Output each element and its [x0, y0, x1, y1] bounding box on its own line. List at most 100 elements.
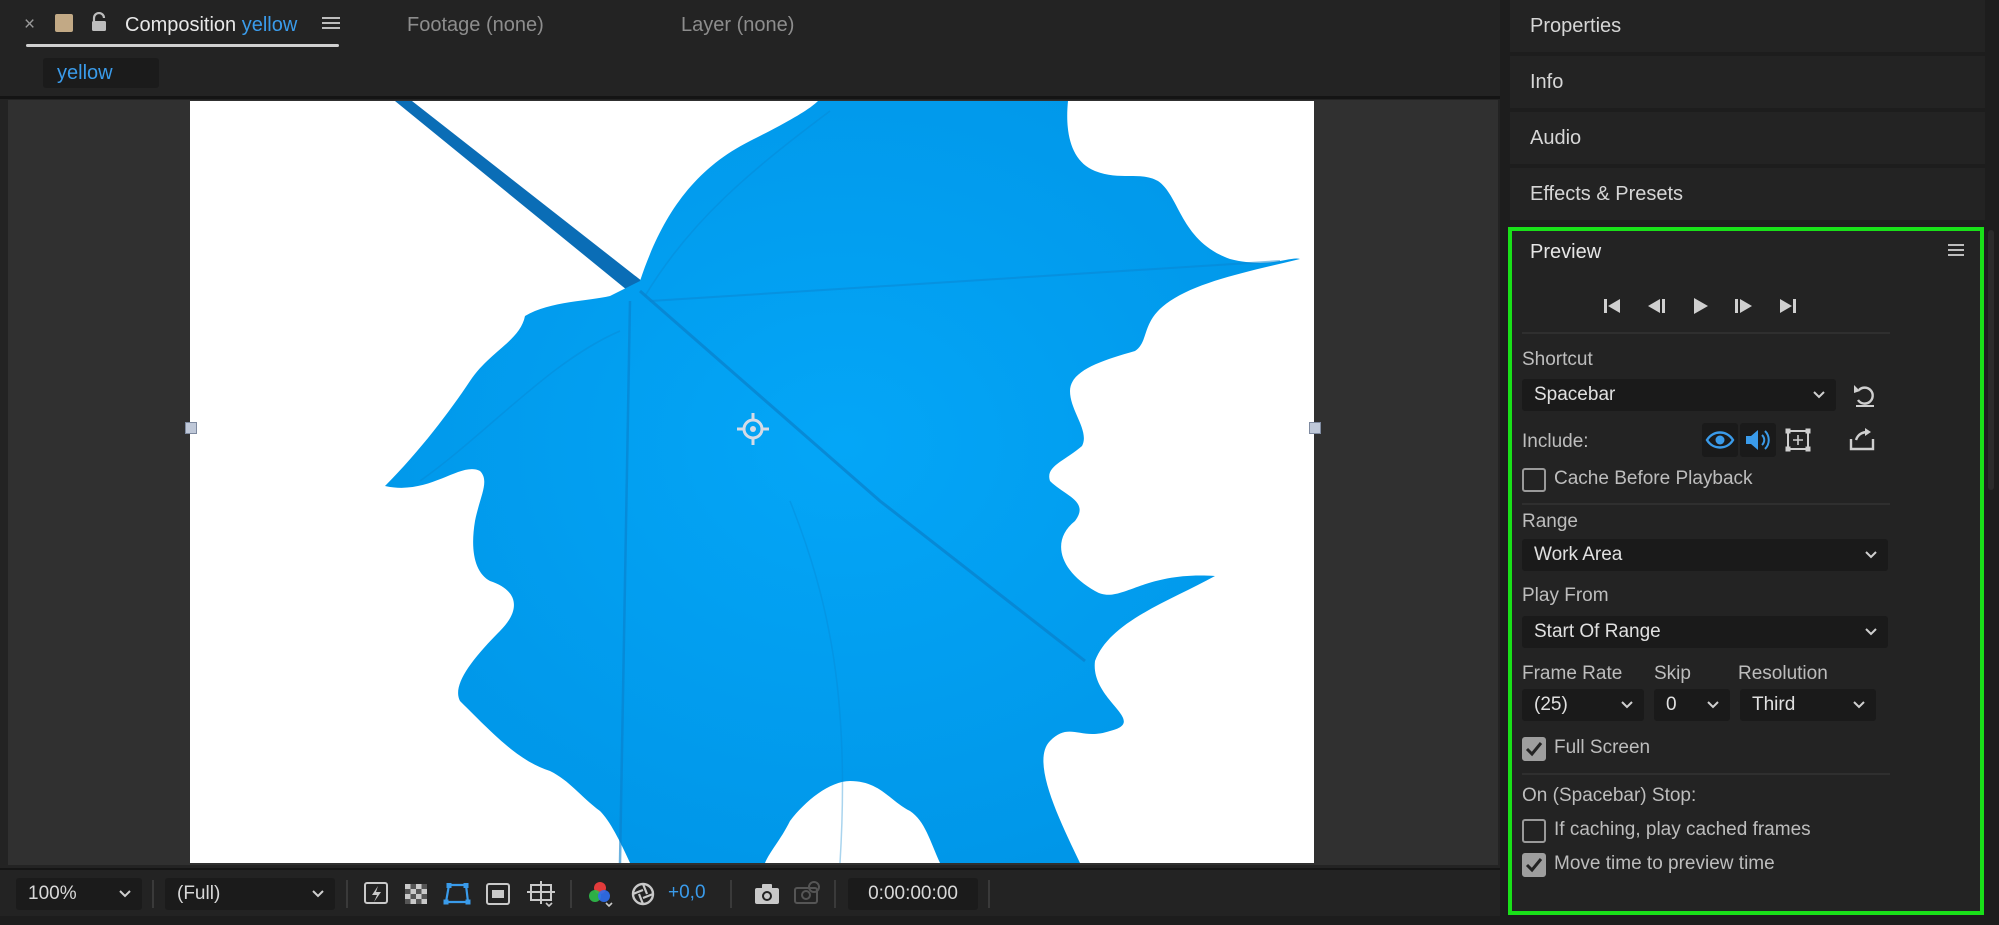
chevron-down-icon: [1852, 689, 1866, 732]
export-icon[interactable]: [1844, 423, 1880, 457]
menu-icon[interactable]: [1948, 243, 1964, 262]
shortcut-label: Shortcut: [1522, 349, 1593, 370]
chevron-down-icon: [1620, 689, 1634, 732]
full-screen-checkbox[interactable]: [1522, 737, 1546, 761]
guides-icon[interactable]: [526, 880, 556, 908]
resolution-value: (Full): [177, 883, 221, 904]
current-time-display[interactable]: 0:00:00:00: [848, 878, 978, 910]
reset-icon[interactable]: [1850, 381, 1880, 409]
video-icon[interactable]: [1702, 423, 1738, 457]
play-from-label: Play From: [1522, 585, 1609, 606]
fast-preview-icon[interactable]: [362, 880, 392, 908]
show-snapshot-icon[interactable]: [792, 880, 822, 908]
resolution-preview-dropdown[interactable]: Third: [1740, 689, 1876, 721]
layer-handle-right[interactable]: [1309, 422, 1321, 434]
divider: [730, 880, 732, 908]
frame-rate-value: (25): [1534, 694, 1568, 715]
if-caching-checkbox[interactable]: [1522, 819, 1546, 843]
transparency-grid-icon[interactable]: [402, 880, 432, 908]
include-label: Include:: [1522, 431, 1589, 452]
on-stop-label: On (Spacebar) Stop:: [1522, 785, 1697, 806]
audio-icon[interactable]: [1740, 423, 1776, 457]
if-caching-label: If caching, play cached frames: [1554, 819, 1811, 840]
audio-panel-header[interactable]: Audio: [1510, 112, 1985, 164]
skip-value: 0: [1666, 694, 1677, 715]
skip-label: Skip: [1654, 663, 1691, 684]
chevron-down-icon: [118, 878, 132, 921]
resolution-dropdown[interactable]: (Full): [165, 878, 335, 910]
viewer-toolbar: 100% (Full) +0,0 0:00:00:00: [0, 868, 1500, 916]
resolution-label: Resolution: [1738, 663, 1828, 684]
chevron-down-icon: [1706, 689, 1720, 732]
skip-dropdown[interactable]: 0: [1654, 689, 1730, 721]
divider: [1522, 503, 1890, 505]
next-frame-icon[interactable]: [1726, 291, 1762, 321]
chevron-down-icon: [1864, 539, 1878, 582]
mask-visibility-icon[interactable]: [442, 880, 472, 908]
cache-before-playback-checkbox[interactable]: [1522, 468, 1546, 492]
zoom-dropdown[interactable]: 100%: [16, 878, 142, 910]
composition-tab-name: yellow: [241, 14, 298, 36]
effects-presets-panel-header[interactable]: Effects & Presets: [1510, 168, 1985, 220]
divider: [988, 880, 990, 908]
color-channels-icon[interactable]: [585, 880, 615, 908]
lock-icon[interactable]: [90, 11, 108, 37]
shortcut-value: Spacebar: [1534, 384, 1616, 405]
region-of-interest-icon[interactable]: [484, 880, 514, 908]
snapshot-icon[interactable]: [752, 880, 782, 908]
move-time-label: Move time to preview time: [1554, 853, 1775, 874]
zoom-value: 100%: [28, 883, 77, 904]
composition-tab-prefix: Composition: [125, 14, 242, 36]
preview-panel-title: Preview: [1530, 241, 1602, 263]
play-icon[interactable]: [1682, 291, 1718, 321]
exposure-value[interactable]: +0,0: [668, 882, 706, 904]
checkmark-icon: [1525, 742, 1543, 757]
composition-viewer[interactable]: [8, 100, 1498, 865]
label-color-swatch[interactable]: [55, 14, 73, 32]
divider: [152, 880, 154, 908]
shortcut-dropdown[interactable]: Spacebar: [1522, 379, 1836, 411]
range-value: Work Area: [1534, 544, 1623, 565]
play-from-dropdown[interactable]: Start Of Range: [1522, 616, 1888, 648]
composition-breadcrumb[interactable]: yellow: [43, 58, 159, 88]
divider: [570, 880, 572, 908]
chevron-down-icon: [1864, 616, 1878, 659]
properties-panel-header[interactable]: Properties: [1510, 0, 1985, 52]
chevron-down-icon: [311, 878, 325, 921]
composition-tab[interactable]: Composition yellow: [125, 14, 297, 37]
composition-canvas[interactable]: [190, 101, 1314, 863]
first-frame-icon[interactable]: [1594, 291, 1630, 321]
composition-tab-bar: × Composition yellow Footage (none) Laye…: [0, 0, 1500, 52]
preview-panel: Preview Shortcut Spacebar Include: Cache…: [1508, 227, 1984, 915]
active-tab-indicator: [26, 44, 339, 47]
range-dropdown[interactable]: Work Area: [1522, 539, 1888, 571]
layer-handle-left[interactable]: [185, 422, 197, 434]
play-from-value: Start Of Range: [1534, 621, 1661, 642]
composition-panel: × Composition yellow Footage (none) Laye…: [0, 0, 1500, 916]
last-frame-icon[interactable]: [1770, 291, 1806, 321]
divider: [346, 880, 348, 908]
cache-before-playback-label: Cache Before Playback: [1554, 468, 1753, 489]
resolution-preview-value: Third: [1752, 694, 1796, 715]
maple-leaf-image: [385, 101, 1300, 863]
full-screen-label: Full Screen: [1554, 737, 1651, 758]
checkmark-icon: [1525, 858, 1543, 873]
chevron-down-icon: [1812, 379, 1826, 422]
info-panel-header[interactable]: Info: [1510, 56, 1985, 108]
scrollbar[interactable]: [1988, 230, 1994, 490]
divider: [0, 96, 1500, 99]
divider: [1522, 332, 1890, 334]
previous-frame-icon[interactable]: [1638, 291, 1674, 321]
layer-tab[interactable]: Layer (none): [681, 14, 794, 37]
divider: [1522, 773, 1890, 775]
frame-rate-dropdown[interactable]: (25): [1522, 689, 1644, 721]
close-tab-button[interactable]: ×: [24, 14, 35, 36]
overlays-icon[interactable]: [1780, 423, 1816, 457]
range-label: Range: [1522, 511, 1578, 532]
move-time-checkbox[interactable]: [1522, 853, 1546, 877]
divider: [834, 880, 836, 908]
exposure-reset-icon[interactable]: [628, 880, 658, 908]
frame-rate-label: Frame Rate: [1522, 663, 1623, 684]
footage-tab[interactable]: Footage (none): [407, 14, 544, 37]
menu-icon[interactable]: [322, 15, 340, 36]
